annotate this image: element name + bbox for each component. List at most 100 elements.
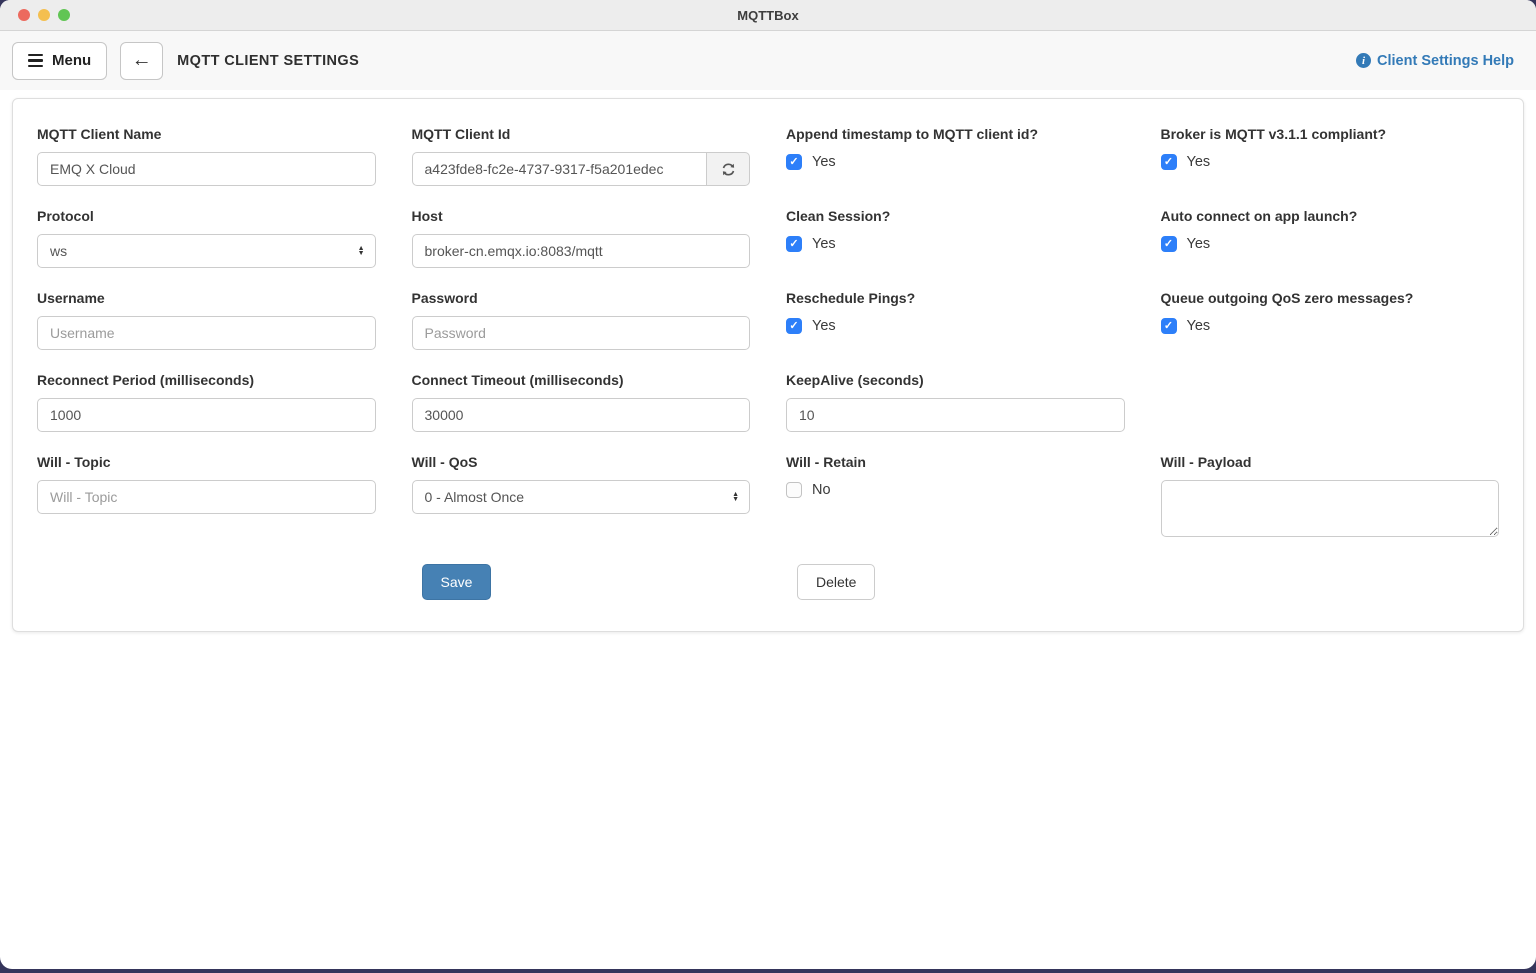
keepalive-label: KeepAlive (seconds) bbox=[786, 372, 924, 388]
field-host: Host bbox=[411, 208, 750, 268]
help-link-label: Client Settings Help bbox=[1377, 52, 1514, 69]
checkbox-option-label: Yes bbox=[812, 154, 836, 170]
host-input[interactable] bbox=[411, 234, 750, 268]
checkbox-icon[interactable]: ✓ bbox=[1160, 318, 1177, 334]
form-row-2: Protocol ws ▲▼ Host Clean Session? ✓ Yes… bbox=[37, 208, 1499, 268]
client-name-input[interactable] bbox=[37, 152, 376, 186]
field-clean-session: Clean Session? ✓ Yes bbox=[786, 208, 1125, 268]
will-retain-label: Will - Retain bbox=[786, 454, 866, 470]
regenerate-client-id-button[interactable] bbox=[706, 152, 750, 186]
client-settings-card: MQTT Client Name MQTT Client Id bbox=[12, 98, 1524, 632]
buttons-row-empty-cell bbox=[37, 564, 376, 600]
field-append-timestamp: Append timestamp to MQTT client id? ✓ Ye… bbox=[786, 126, 1125, 186]
field-keepalive: KeepAlive (seconds) bbox=[786, 372, 1125, 432]
form-row-5: Will - Topic Will - QoS 0 - Almost Once … bbox=[37, 454, 1499, 542]
field-broker-compliant: Broker is MQTT v3.1.1 compliant? ✓ Yes bbox=[1160, 126, 1500, 186]
clean-session-label: Clean Session? bbox=[786, 208, 891, 224]
auto-connect-checkbox[interactable]: ✓ Yes bbox=[1160, 236, 1500, 252]
form-buttons-row: Save Delete bbox=[37, 564, 1499, 600]
username-input[interactable] bbox=[37, 316, 376, 350]
checkbox-icon[interactable]: ✓ bbox=[786, 154, 802, 170]
menu-button-label: Menu bbox=[52, 52, 92, 69]
toolbar: Menu ← MQTT CLIENT SETTINGS i Client Set… bbox=[0, 31, 1536, 90]
host-label: Host bbox=[411, 208, 443, 224]
checkbox-icon[interactable]: ✓ bbox=[786, 236, 802, 252]
connect-timeout-input[interactable] bbox=[411, 398, 750, 432]
form-row-4-empty-cell bbox=[1161, 372, 1500, 432]
field-reschedule-pings: Reschedule Pings? ✓ Yes bbox=[786, 290, 1125, 350]
reschedule-pings-checkbox[interactable]: ✓ Yes bbox=[786, 318, 1125, 334]
field-client-name: MQTT Client Name bbox=[37, 126, 376, 186]
clean-session-checkbox[interactable]: ✓ Yes bbox=[786, 236, 1125, 252]
field-will-topic: Will - Topic bbox=[37, 454, 376, 542]
back-arrow-icon: ← bbox=[131, 49, 152, 71]
menu-button[interactable]: Menu bbox=[12, 41, 108, 80]
will-qos-select[interactable]: 0 - Almost Once ▲ ▼ bbox=[411, 480, 750, 514]
checkbox-option-label: Yes bbox=[1186, 154, 1211, 170]
protocol-selected-value: ws bbox=[50, 243, 68, 259]
append-timestamp-checkbox[interactable]: ✓ Yes bbox=[786, 154, 1125, 170]
field-reconnect-period: Reconnect Period (milliseconds) bbox=[37, 372, 376, 432]
form-row-1: MQTT Client Name MQTT Client Id bbox=[37, 126, 1499, 186]
client-settings-help-link[interactable]: i Client Settings Help bbox=[1356, 53, 1514, 69]
info-icon: i bbox=[1356, 53, 1372, 68]
will-payload-label: Will - Payload bbox=[1160, 454, 1252, 470]
field-will-retain: Will - Retain ✓ No bbox=[786, 454, 1125, 542]
checkbox-icon[interactable]: ✓ bbox=[786, 482, 802, 498]
keepalive-input[interactable] bbox=[786, 398, 1125, 432]
append-timestamp-label: Append timestamp to MQTT client id? bbox=[786, 126, 1038, 142]
refresh-icon bbox=[722, 162, 734, 176]
broker-compliant-checkbox[interactable]: ✓ Yes bbox=[1160, 154, 1500, 170]
field-connect-timeout: Connect Timeout (milliseconds) bbox=[411, 372, 750, 432]
field-password: Password bbox=[411, 290, 750, 350]
buttons-row-empty-cell bbox=[1161, 564, 1500, 600]
back-button[interactable]: ← bbox=[120, 41, 164, 80]
password-input[interactable] bbox=[411, 316, 750, 350]
page-title: MQTT CLIENT SETTINGS bbox=[177, 52, 360, 69]
field-auto-connect: Auto connect on app launch? ✓ Yes bbox=[1160, 208, 1500, 268]
select-arrows-icon: ▲ ▼ bbox=[732, 490, 739, 503]
will-qos-label: Will - QoS bbox=[411, 454, 478, 470]
will-topic-input[interactable] bbox=[37, 480, 376, 514]
select-arrows-icon: ▲ ▼ bbox=[357, 244, 365, 257]
checkbox-icon[interactable]: ✓ bbox=[786, 318, 802, 334]
client-id-input[interactable] bbox=[411, 152, 706, 186]
checkbox-icon[interactable]: ✓ bbox=[1160, 236, 1177, 252]
auto-connect-label: Auto connect on app launch? bbox=[1160, 208, 1358, 224]
client-id-label: MQTT Client Id bbox=[411, 126, 511, 142]
client-name-label: MQTT Client Name bbox=[37, 126, 162, 142]
app-window: MQTTBox Menu ← MQTT CLIENT SETTINGS i Cl… bbox=[0, 0, 1536, 969]
save-button[interactable]: Save bbox=[421, 564, 492, 600]
hamburger-icon bbox=[28, 53, 43, 68]
will-qos-selected-value: 0 - Almost Once bbox=[424, 489, 525, 505]
checkbox-option-label: Yes bbox=[812, 318, 836, 334]
broker-compliant-label: Broker is MQTT v3.1.1 compliant? bbox=[1160, 126, 1387, 142]
window-title: MQTTBox bbox=[737, 7, 799, 23]
checkbox-option-label: Yes bbox=[1186, 318, 1211, 334]
protocol-label: Protocol bbox=[37, 208, 94, 224]
field-will-qos: Will - QoS 0 - Almost Once ▲ ▼ bbox=[411, 454, 750, 542]
reconnect-period-input[interactable] bbox=[37, 398, 376, 432]
titlebar: MQTTBox bbox=[0, 0, 1536, 31]
connect-timeout-label: Connect Timeout (milliseconds) bbox=[411, 372, 624, 388]
checkbox-option-label: Yes bbox=[812, 236, 836, 252]
checkbox-option-label: No bbox=[812, 482, 831, 498]
will-payload-textarea[interactable] bbox=[1160, 480, 1499, 537]
will-retain-checkbox[interactable]: ✓ No bbox=[786, 482, 1125, 498]
reconnect-period-label: Reconnect Period (milliseconds) bbox=[37, 372, 255, 388]
field-client-id: MQTT Client Id bbox=[411, 126, 750, 186]
checkbox-icon[interactable]: ✓ bbox=[1160, 154, 1177, 170]
delete-button[interactable]: Delete bbox=[797, 564, 876, 600]
field-username: Username bbox=[37, 290, 376, 350]
username-label: Username bbox=[37, 290, 105, 306]
queue-qos-zero-label: Queue outgoing QoS zero messages? bbox=[1160, 290, 1414, 306]
reschedule-pings-label: Reschedule Pings? bbox=[786, 290, 916, 306]
queue-qos-zero-checkbox[interactable]: ✓ Yes bbox=[1160, 318, 1500, 334]
password-label: Password bbox=[411, 290, 478, 306]
will-topic-label: Will - Topic bbox=[37, 454, 111, 470]
protocol-select[interactable]: ws ▲ ▼ bbox=[37, 234, 376, 268]
form-row-3: Username Password Reschedule Pings? ✓ Ye… bbox=[37, 290, 1499, 350]
field-protocol: Protocol ws ▲ ▼ bbox=[37, 208, 376, 268]
field-queue-qos-zero: Queue outgoing QoS zero messages? ✓ Yes bbox=[1160, 290, 1500, 350]
form-row-4: Reconnect Period (milliseconds) Connect … bbox=[37, 372, 1499, 432]
